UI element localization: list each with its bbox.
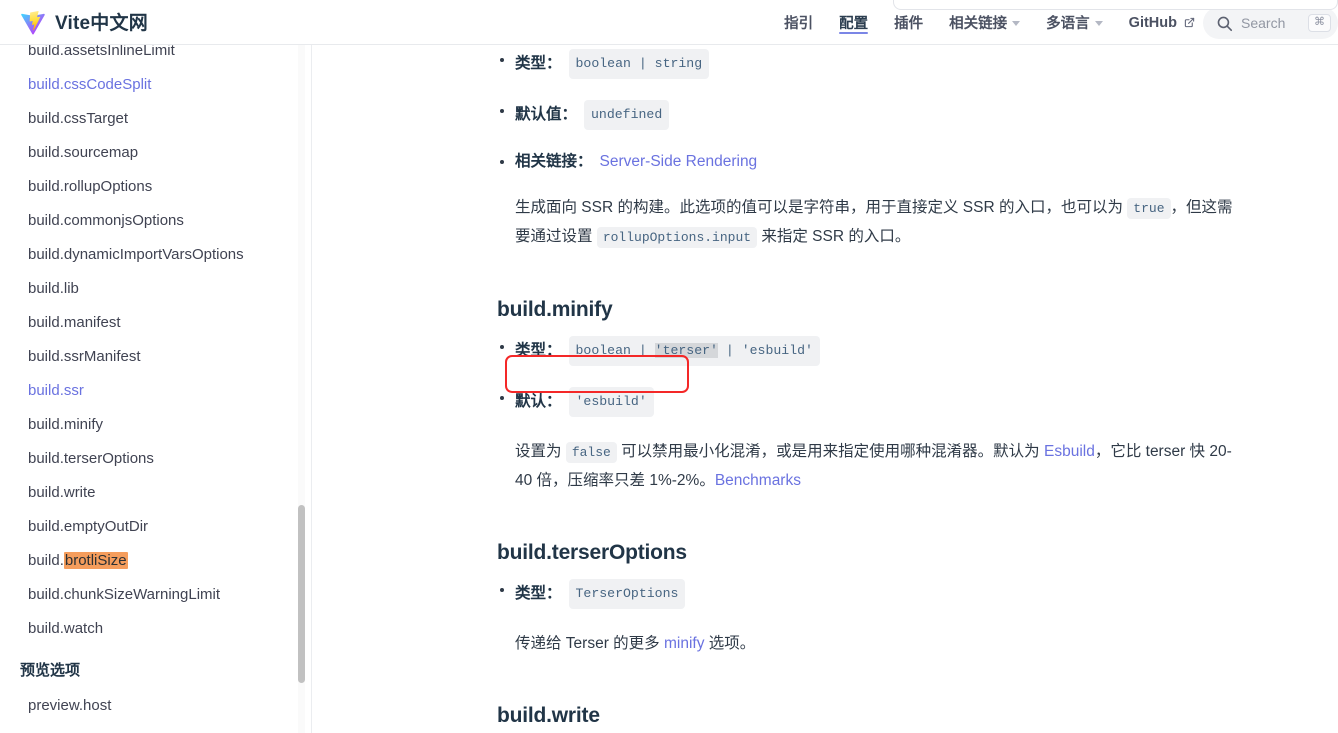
desc-text-a: 设置为 bbox=[515, 443, 562, 460]
text-selection-highlight: 'terser' bbox=[654, 343, 718, 358]
search-placeholder: Search bbox=[1241, 15, 1286, 31]
type-value: TerserOptions bbox=[568, 579, 686, 609]
link-benchmarks[interactable]: Benchmarks bbox=[715, 472, 801, 489]
sidebar-item-build-minify[interactable]: build.minify bbox=[0, 407, 311, 441]
vite-logo-icon bbox=[21, 10, 45, 35]
main-content: 类型： boolean | string 默认值： undefined 相关链接… bbox=[313, 45, 1338, 733]
nav-label: 相关链接 bbox=[949, 16, 1008, 32]
desc-text-a: 生成面向 SSR 的构建。此选项的值可以是字符串，用于直接定义 SSR 的入口，… bbox=[515, 199, 1123, 216]
search-shortcut-badge: ⌘ bbox=[1308, 14, 1331, 32]
desc-code-true: true bbox=[1127, 198, 1171, 219]
sidebar-item-build-rollupoptions[interactable]: build.rollupOptions bbox=[0, 169, 311, 203]
sidebar-item-build-chunksizewarninglimit[interactable]: build.chunkSizeWarningLimit bbox=[0, 577, 311, 611]
sidebar-item-build-brotlisize[interactable]: build.brotliSize bbox=[0, 543, 311, 577]
brand-home-link[interactable]: Vite中文网 bbox=[20, 8, 148, 38]
nav-label: GitHub bbox=[1128, 14, 1177, 31]
build-minify-type-row: 类型： boolean | 'terser' | 'esbuild' bbox=[497, 336, 1258, 366]
default-label: 默认值： bbox=[515, 106, 578, 123]
desc-text-a: 传递给 Terser 的更多 bbox=[515, 635, 660, 652]
sidebar-item-build-csstarget[interactable]: build.cssTarget bbox=[0, 101, 311, 135]
sidebar-item-build-manifest[interactable]: build.manifest bbox=[0, 305, 311, 339]
desc-code-rollupoptions-input: rollupOptions.input bbox=[596, 227, 758, 248]
nav-label: 多语言 bbox=[1046, 16, 1090, 32]
chevron-down-icon bbox=[1012, 21, 1021, 26]
default-value: undefined bbox=[584, 100, 670, 130]
sidebar-item-build-watch[interactable]: build.watch bbox=[0, 611, 311, 645]
build-ssr-meta-list: 类型： boolean | string 默认值： undefined 相关链接… bbox=[497, 49, 1258, 173]
sidebar-item-preview-host[interactable]: preview.host bbox=[0, 688, 311, 722]
build-terseroptions-type-row: 类型： TerserOptions bbox=[497, 579, 1258, 609]
external-link-icon bbox=[1184, 17, 1195, 27]
sidebar-item-build-sourcemap[interactable]: build.sourcemap bbox=[0, 135, 311, 169]
type-value-post: | 'esbuild' bbox=[717, 343, 813, 358]
type-value-pre: boolean | bbox=[575, 343, 655, 358]
sidebar-item-build-csscodesplit[interactable]: build.cssCodeSplit bbox=[0, 67, 311, 101]
build-terseroptions-description: 传递给 Terser 的更多 minify 选项。 bbox=[515, 630, 1235, 658]
sidebar-item-build-emptyoutdir[interactable]: build.emptyOutDir bbox=[0, 509, 311, 543]
build-ssr-default-row: 默认值： undefined bbox=[497, 100, 1258, 130]
link-esbuild[interactable]: Esbuild bbox=[1044, 443, 1095, 460]
nav-label: 指引 bbox=[784, 16, 814, 32]
type-value: boolean | string bbox=[568, 49, 710, 79]
default-label: 默认： bbox=[515, 393, 562, 410]
nav-item-config[interactable]: 配置 bbox=[826, 0, 881, 45]
brand-title: Vite中文网 bbox=[55, 12, 148, 34]
chevron-down-icon bbox=[1094, 21, 1103, 26]
sidebar-item-build-write[interactable]: build.write bbox=[0, 475, 311, 509]
sidebar: build.assetsInlineLimit build.cssCodeSpl… bbox=[0, 45, 312, 733]
desc-text-b: ， bbox=[1170, 199, 1187, 216]
build-ssr-description: 生成面向 SSR 的构建。此选项的值可以是字符串，用于直接定义 SSR 的入口，… bbox=[515, 194, 1235, 252]
sidebar-item-build-ssr[interactable]: build.ssr bbox=[0, 373, 311, 407]
type-label: 类型： bbox=[515, 585, 562, 602]
sidebar-section-heading-preview: 预览选项 bbox=[20, 662, 81, 679]
documentation-article: 类型： boolean | string 默认值： undefined 相关链接… bbox=[313, 45, 1338, 733]
type-label: 类型： bbox=[515, 342, 562, 359]
build-minify-description: 设置为 false 可以禁用最小化混淆，或是用来指定使用哪种混淆器。默认为 Es… bbox=[515, 438, 1235, 495]
sidebar-item-build-terseroptions[interactable]: build.terserOptions bbox=[0, 441, 311, 475]
sidebar-item-build-assetsinlinelimit[interactable]: build.assetsInlineLimit bbox=[0, 45, 311, 67]
sidebar-scroll-area: build.assetsInlineLimit build.cssCodeSpl… bbox=[0, 45, 311, 722]
desc-text-b: 可以禁用最小化混淆，或是用来指定使用哪种混淆器。默认为 bbox=[621, 443, 1040, 460]
related-links-label: 相关链接： bbox=[515, 153, 593, 170]
build-minify-default-row: 默认： 'esbuild' bbox=[497, 387, 1258, 417]
sidebar-item-build-commonjsoptions[interactable]: build.commonjsOptions bbox=[0, 203, 311, 237]
desc-text-b: 选项。 bbox=[708, 635, 756, 652]
sidebar-item-build-ssrmanifest[interactable]: build.ssrManifest bbox=[0, 339, 311, 373]
sidebar-scrollbar-thumb[interactable] bbox=[298, 505, 305, 683]
desc-text-d: 来指定 SSR 的入口。 bbox=[761, 228, 911, 245]
sidebar-item-build-dynamicimportvarsoptions[interactable]: build.dynamicImportVarsOptions bbox=[0, 237, 311, 271]
nav-active-underline bbox=[839, 32, 869, 34]
search-button[interactable]: Search ⌘ bbox=[1203, 7, 1338, 39]
build-ssr-type-row: 类型： boolean | string bbox=[497, 49, 1258, 79]
search-highlight: brotliSize bbox=[63, 551, 128, 569]
heading-build-write: build.write bbox=[497, 704, 600, 727]
nav-item-guide[interactable]: 指引 bbox=[771, 0, 826, 45]
default-value: 'esbuild' bbox=[568, 387, 654, 417]
floating-panel-fragment bbox=[893, 0, 1338, 10]
sidebar-item-label-prefix: build. bbox=[28, 551, 64, 569]
desc-code-false: false bbox=[565, 442, 617, 463]
build-minify-meta-list: 类型： boolean | 'terser' | 'esbuild' 默认： '… bbox=[497, 336, 1258, 417]
heading-build-terseroptions: build.terserOptions bbox=[497, 541, 687, 564]
heading-build-minify: build.minify bbox=[497, 298, 613, 321]
build-ssr-related-row: 相关链接： Server-Side Rendering bbox=[497, 151, 1258, 173]
build-terseroptions-meta-list: 类型： TerserOptions bbox=[497, 579, 1258, 609]
type-label: 类型： bbox=[515, 55, 562, 72]
sidebar-item-build-lib[interactable]: build.lib bbox=[0, 271, 311, 305]
link-minify[interactable]: minify bbox=[664, 635, 704, 652]
type-value: boolean | 'terser' | 'esbuild' bbox=[568, 336, 820, 366]
search-icon bbox=[1217, 16, 1233, 31]
nav-label: 配置 bbox=[839, 16, 869, 32]
link-server-side-rendering[interactable]: Server-Side Rendering bbox=[600, 151, 758, 173]
nav-label: 插件 bbox=[894, 16, 924, 32]
